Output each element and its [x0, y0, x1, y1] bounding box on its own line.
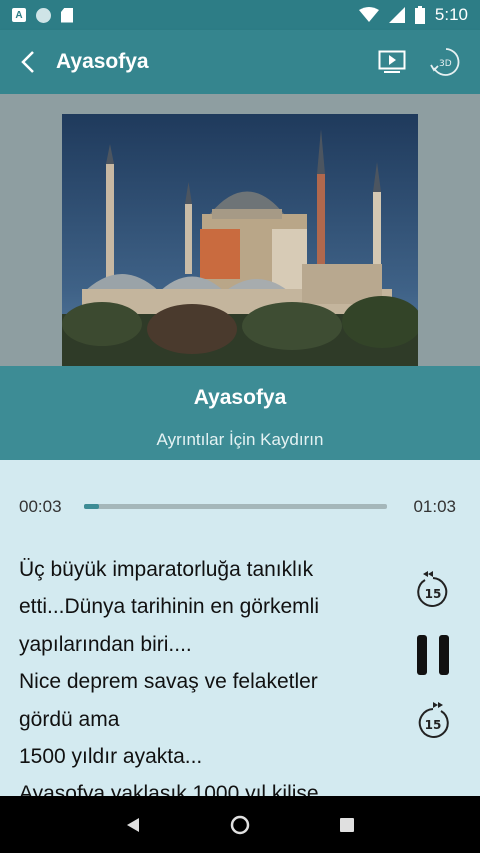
system-nav-bar	[0, 796, 480, 853]
forward-seconds: 15	[425, 718, 442, 732]
pause-icon	[417, 635, 449, 675]
place-title: Ayasofya	[193, 386, 287, 409]
back-arrow-icon	[21, 51, 34, 73]
sync-notification-icon	[36, 7, 51, 23]
nav-recents-button[interactable]	[317, 796, 377, 853]
svg-text:3D: 3D	[439, 59, 452, 69]
hagia-sophia-photo[interactable]	[62, 114, 418, 366]
current-time: 00:03	[19, 497, 62, 516]
home-circle-icon	[230, 815, 250, 834]
view-3d-button[interactable]: 3D	[426, 42, 466, 82]
sd-card-icon	[61, 7, 73, 23]
page-title: Ayasofya	[56, 50, 149, 73]
video-play-icon	[378, 50, 406, 73]
pause-button[interactable]	[410, 632, 456, 678]
signal-icon	[388, 7, 405, 23]
swipe-hint: Ayrıntılar İçin Kaydırın	[156, 430, 324, 449]
rewind-seconds: 15	[425, 587, 442, 601]
status-bar: A 5:10	[0, 0, 480, 30]
nav-back-button[interactable]	[103, 796, 163, 853]
app-toolbar: Ayasofya 3D	[0, 30, 480, 94]
total-time: 01:03	[413, 497, 456, 516]
back-triangle-icon	[127, 817, 140, 832]
clock: 5:10	[434, 5, 468, 24]
audio-player: 00:03 01:03 Üç büyük imparatorluğa tanık…	[0, 460, 480, 796]
info-band[interactable]: Ayasofya Ayrıntılar İçin Kaydırın	[0, 366, 480, 460]
video-button[interactable]	[372, 42, 412, 82]
rewind-15-icon: 15	[417, 571, 448, 607]
progress-slider[interactable]	[84, 504, 387, 509]
audio-transcript: Üç büyük imparatorluğa tanıklık etti...D…	[19, 558, 319, 796]
progress-fill	[84, 504, 100, 509]
view-3d-icon: 3D	[430, 48, 460, 76]
wifi-icon	[358, 7, 379, 22]
nav-home-button[interactable]	[210, 796, 270, 853]
back-button[interactable]	[0, 30, 56, 94]
app-notification-icon: A	[12, 8, 26, 22]
rewind-15-button[interactable]: 15	[410, 565, 456, 611]
recents-square-icon	[339, 817, 354, 832]
forward-15-icon: 15	[418, 702, 449, 738]
forward-15-button[interactable]: 15	[410, 696, 456, 742]
hero-area	[0, 94, 480, 366]
battery-icon	[414, 6, 425, 24]
